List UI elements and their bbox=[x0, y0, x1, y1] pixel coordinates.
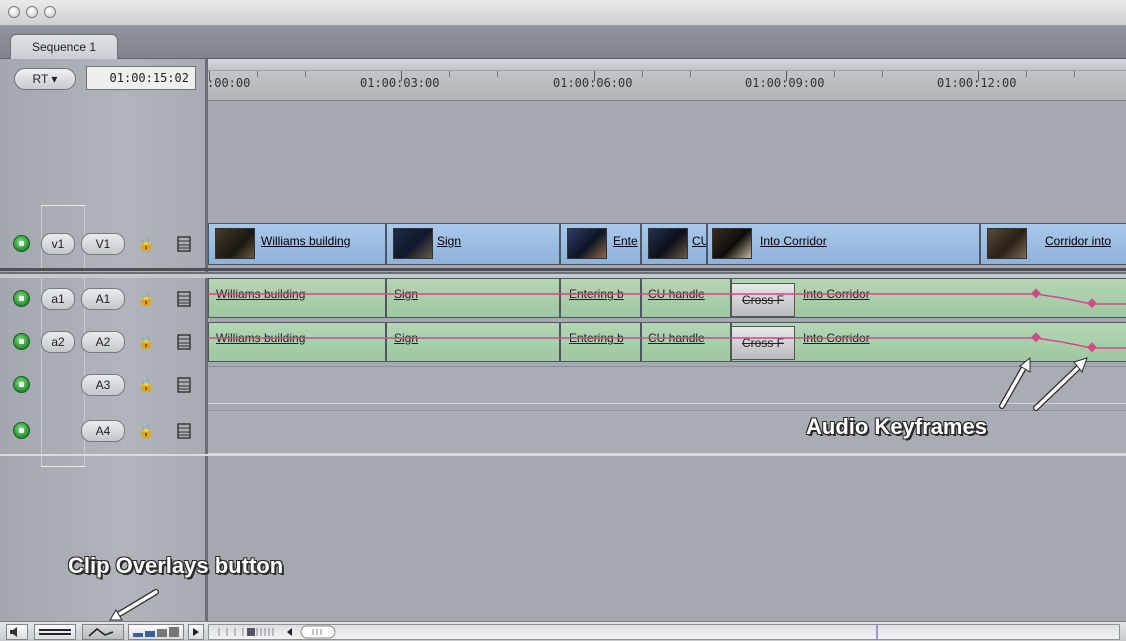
clip-overlays-annotation: Clip Overlays button bbox=[68, 553, 284, 578]
timeline-window: Sequence 1 RT ▾ 01:00:15:02 :00:00 01:00… bbox=[0, 0, 1126, 641]
audio-keyframes-annotation: Audio Keyframes bbox=[806, 414, 987, 439]
annotation-arrows bbox=[109, 356, 1088, 621]
